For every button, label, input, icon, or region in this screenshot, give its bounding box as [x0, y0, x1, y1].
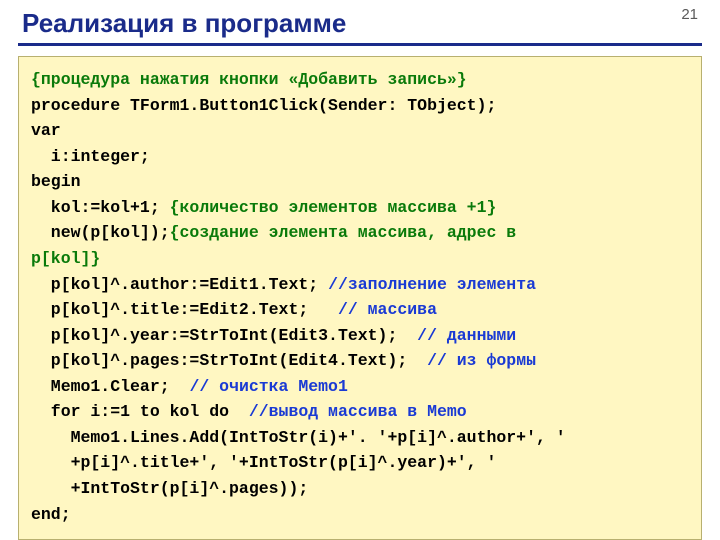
code-line: begin: [31, 172, 81, 191]
code-line: +IntToStr(p[i]^.pages));: [31, 479, 308, 498]
code-line: p[kol]^.title:=Edit2.Text;: [31, 300, 338, 319]
code-line: +p[i]^.title+', '+IntToStr(p[i]^.year)+'…: [31, 453, 496, 472]
code-line: procedure TForm1.Button1Click(Sender: TO…: [31, 96, 496, 115]
code-line: i:integer;: [31, 147, 150, 166]
code-line: end;: [31, 505, 71, 524]
code-line: var: [31, 121, 61, 140]
code-line: for i:=1 to kol do: [31, 402, 249, 421]
code-line: new(p[kol]);: [31, 223, 170, 242]
code-line: p[kol]^.author:=Edit1.Text;: [31, 275, 328, 294]
comment-slash: // очистка Memo1: [189, 377, 347, 396]
title-rule: [18, 43, 702, 46]
comment-brace: {процедура нажатия кнопки «Добавить запи…: [31, 70, 467, 89]
page-number: 21: [681, 6, 698, 23]
code-line: Memo1.Clear;: [31, 377, 189, 396]
comment-slash: // массива: [338, 300, 437, 319]
slide: 21 Реализация в программе {процедура наж…: [0, 0, 720, 540]
comment-slash: // из формы: [427, 351, 536, 370]
comment-brace: p[kol]}: [31, 249, 100, 268]
code-line: p[kol]^.pages:=StrToInt(Edit4.Text);: [31, 351, 427, 370]
comment-slash: // данными: [417, 326, 516, 345]
code-line: p[kol]^.year:=StrToInt(Edit3.Text);: [31, 326, 417, 345]
code-line: Memo1.Lines.Add(IntToStr(i)+'. '+p[i]^.a…: [31, 428, 566, 447]
comment-slash: //вывод массива в Memo: [249, 402, 467, 421]
comment-brace: {создание элемента массива, адрес в: [170, 223, 517, 242]
slide-title: Реализация в программе: [18, 8, 702, 39]
comment-slash: //заполнение элемента: [328, 275, 536, 294]
comment-brace: {количество элементов массива +1}: [170, 198, 497, 217]
code-line: kol:=kol+1;: [31, 198, 170, 217]
code-block: {процедура нажатия кнопки «Добавить запи…: [18, 56, 702, 540]
